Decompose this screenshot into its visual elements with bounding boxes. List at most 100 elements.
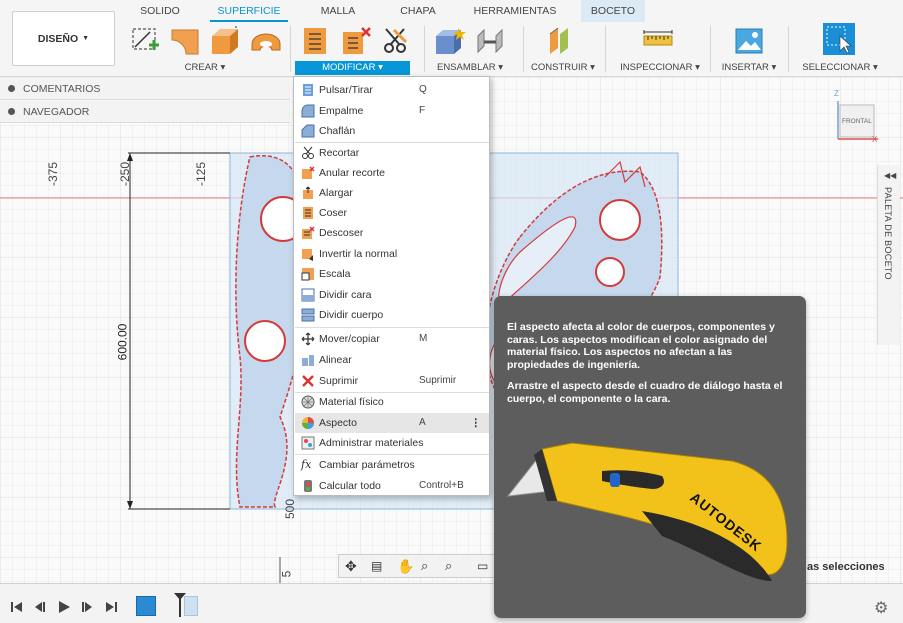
menu-item-shortcut: A: [419, 417, 426, 428]
offset-plane-icon[interactable]: [546, 26, 578, 56]
tab-herramientas[interactable]: HERRAMIENTAS: [460, 0, 570, 22]
menu-item-shortcut: Q: [419, 84, 427, 95]
menu-item-scale[interactable]: Escala: [295, 264, 489, 284]
menu-item-label: Coser: [319, 207, 348, 219]
comments-label: COMENTARIOS: [23, 83, 101, 95]
play-icon[interactable]: [57, 600, 71, 614]
scale-icon: [301, 267, 315, 281]
menu-item-press-pull[interactable]: Pulsar/Tirar Q: [295, 80, 489, 100]
tab-boceto[interactable]: BOCETO: [581, 0, 645, 22]
ruler-label: 5: [279, 570, 294, 578]
inspeccionar-label: INSPECCIONAR: [620, 62, 693, 73]
menu-item-change-parameters[interactable]: fx Cambiar parámetros: [295, 455, 489, 475]
look-at-icon[interactable]: ▤: [371, 559, 382, 573]
menu-item-move-copy[interactable]: Mover/copiar M: [295, 329, 489, 349]
height-dimension-value[interactable]: 600.00: [115, 324, 129, 361]
construir-menu[interactable]: CONSTRUIR ▾: [528, 61, 598, 75]
axis-x-label: X: [872, 135, 878, 144]
extrude-icon[interactable]: [210, 26, 242, 56]
menu-item-label: Material físico: [319, 396, 384, 408]
joint-icon[interactable]: [474, 26, 506, 56]
menu-item-unstitch[interactable]: Descoser: [295, 223, 489, 243]
revolve-icon[interactable]: [250, 26, 282, 56]
menu-item-physical-material[interactable]: Material físico: [295, 392, 489, 412]
menu-item-extend[interactable]: Alargar: [295, 183, 489, 203]
tab-malla[interactable]: MALLA: [298, 0, 378, 22]
modify-dropdown-menu: Pulsar/Tirar Q Empalme F Chaflán Recorta…: [293, 76, 490, 496]
crear-menu[interactable]: CREAR ▾: [130, 61, 280, 75]
timeline-sketch-feature[interactable]: [136, 596, 156, 616]
stitch-tool-icon[interactable]: [340, 26, 372, 56]
ensamblar-menu[interactable]: ENSAMBLAR ▾: [430, 61, 510, 75]
insertar-menu[interactable]: INSERTAR ▾: [718, 61, 780, 75]
divider: [605, 26, 606, 72]
collapse-arrows-icon[interactable]: ◀◀: [884, 171, 896, 180]
tooltip-description: El aspecto afecta al color de cuerpos, c…: [507, 321, 775, 371]
menu-item-appearance[interactable]: Aspecto A ⋮: [295, 413, 489, 433]
menu-item-reverse-normal[interactable]: Invertir la normal: [295, 244, 489, 264]
seleccionar-menu[interactable]: SELECCIONAR ▾: [796, 61, 884, 75]
step-back-icon[interactable]: [33, 600, 47, 614]
menu-item-split-body[interactable]: Dividir cuerpo: [295, 305, 489, 325]
more-options-icon[interactable]: ⋮: [471, 413, 482, 433]
untrim-icon: [301, 166, 315, 180]
extend-icon: [301, 186, 315, 200]
patch-icon[interactable]: [170, 26, 202, 56]
scissors-icon[interactable]: [380, 26, 412, 56]
menu-item-label: Alargar: [319, 187, 353, 199]
split-body-icon: [301, 308, 315, 322]
menu-item-label: Dividir cara: [319, 289, 372, 301]
step-forward-icon[interactable]: [80, 600, 94, 614]
ruler-label: -375: [46, 161, 61, 187]
insert-image-icon[interactable]: [734, 26, 766, 56]
new-component-icon[interactable]: [434, 26, 466, 56]
tooltip-instructions: Arrastre el aspecto desde el cuadro de d…: [507, 380, 783, 405]
inspeccionar-menu[interactable]: INSPECCIONAR ▾: [615, 61, 705, 75]
construir-label: CONSTRUIR: [531, 62, 588, 73]
menu-item-chamfer[interactable]: Chaflán: [295, 121, 489, 141]
menu-item-manage-materials[interactable]: Administrar materiales: [295, 433, 489, 453]
menu-item-split-face[interactable]: Dividir cara: [295, 285, 489, 305]
comments-panel[interactable]: COMENTARIOS: [0, 78, 290, 100]
ruler-label: -125: [194, 161, 209, 187]
split-face-icon: [301, 288, 315, 302]
menu-item-delete[interactable]: Suprimir Suprimir: [295, 371, 489, 391]
menu-item-stitch[interactable]: Coser: [295, 203, 489, 223]
view-cube[interactable]: Z X FRONTAL: [830, 89, 880, 145]
go-to-end-icon[interactable]: [104, 600, 118, 614]
press-pull-tool-icon[interactable]: [300, 26, 332, 56]
stitch-icon: [301, 206, 315, 220]
select-icon[interactable]: [822, 22, 856, 56]
orbit-icon[interactable]: ✥: [345, 558, 357, 575]
parameters-icon: fx: [301, 458, 312, 471]
menu-item-label: Dividir cuerpo: [319, 309, 384, 321]
go-to-start-icon[interactable]: [10, 600, 24, 614]
menu-item-fillet[interactable]: Empalme F: [295, 101, 489, 121]
browser-panel[interactable]: NAVEGADOR: [0, 101, 290, 123]
sketch-palette[interactable]: ◀◀ PALETA DE BOCETO: [877, 165, 900, 345]
menu-item-shortcut: F: [419, 105, 426, 116]
gear-icon[interactable]: ⚙: [874, 598, 888, 618]
zoom-icon[interactable]: ⌕: [421, 558, 428, 574]
timeline-feature[interactable]: [184, 596, 198, 616]
ruler-label: 500: [283, 498, 298, 520]
reverse-normal-icon: [301, 247, 315, 261]
menu-item-align[interactable]: Alinear: [295, 350, 489, 370]
tab-superficie[interactable]: SUPERFICIE: [210, 0, 288, 22]
create-sketch-icon[interactable]: [130, 26, 162, 56]
ensamblar-label: ENSAMBLAR: [436, 62, 496, 73]
modificar-menu[interactable]: MODIFICAR ▾: [295, 61, 410, 75]
measure-icon[interactable]: [642, 26, 674, 56]
utility-knife-illustration: AUTODESK: [502, 431, 798, 591]
menu-item-compute-all[interactable]: Calcular todo Control+B: [295, 476, 489, 496]
menu-item-trim[interactable]: Recortar: [295, 143, 489, 163]
design-workspace-button[interactable]: DISEÑO ▼: [12, 11, 115, 66]
tab-solido[interactable]: SOLIDO: [120, 0, 200, 22]
menu-item-label: Empalme: [319, 105, 364, 117]
menu-item-untrim[interactable]: Anular recorte: [295, 163, 489, 183]
menu-item-label: Administrar materiales: [319, 437, 424, 449]
display-settings-icon[interactable]: ▭: [477, 559, 488, 573]
tab-chapa[interactable]: CHAPA: [378, 0, 458, 22]
pan-icon[interactable]: ✋: [397, 558, 414, 575]
fit-icon[interactable]: ⌕: [445, 558, 452, 574]
